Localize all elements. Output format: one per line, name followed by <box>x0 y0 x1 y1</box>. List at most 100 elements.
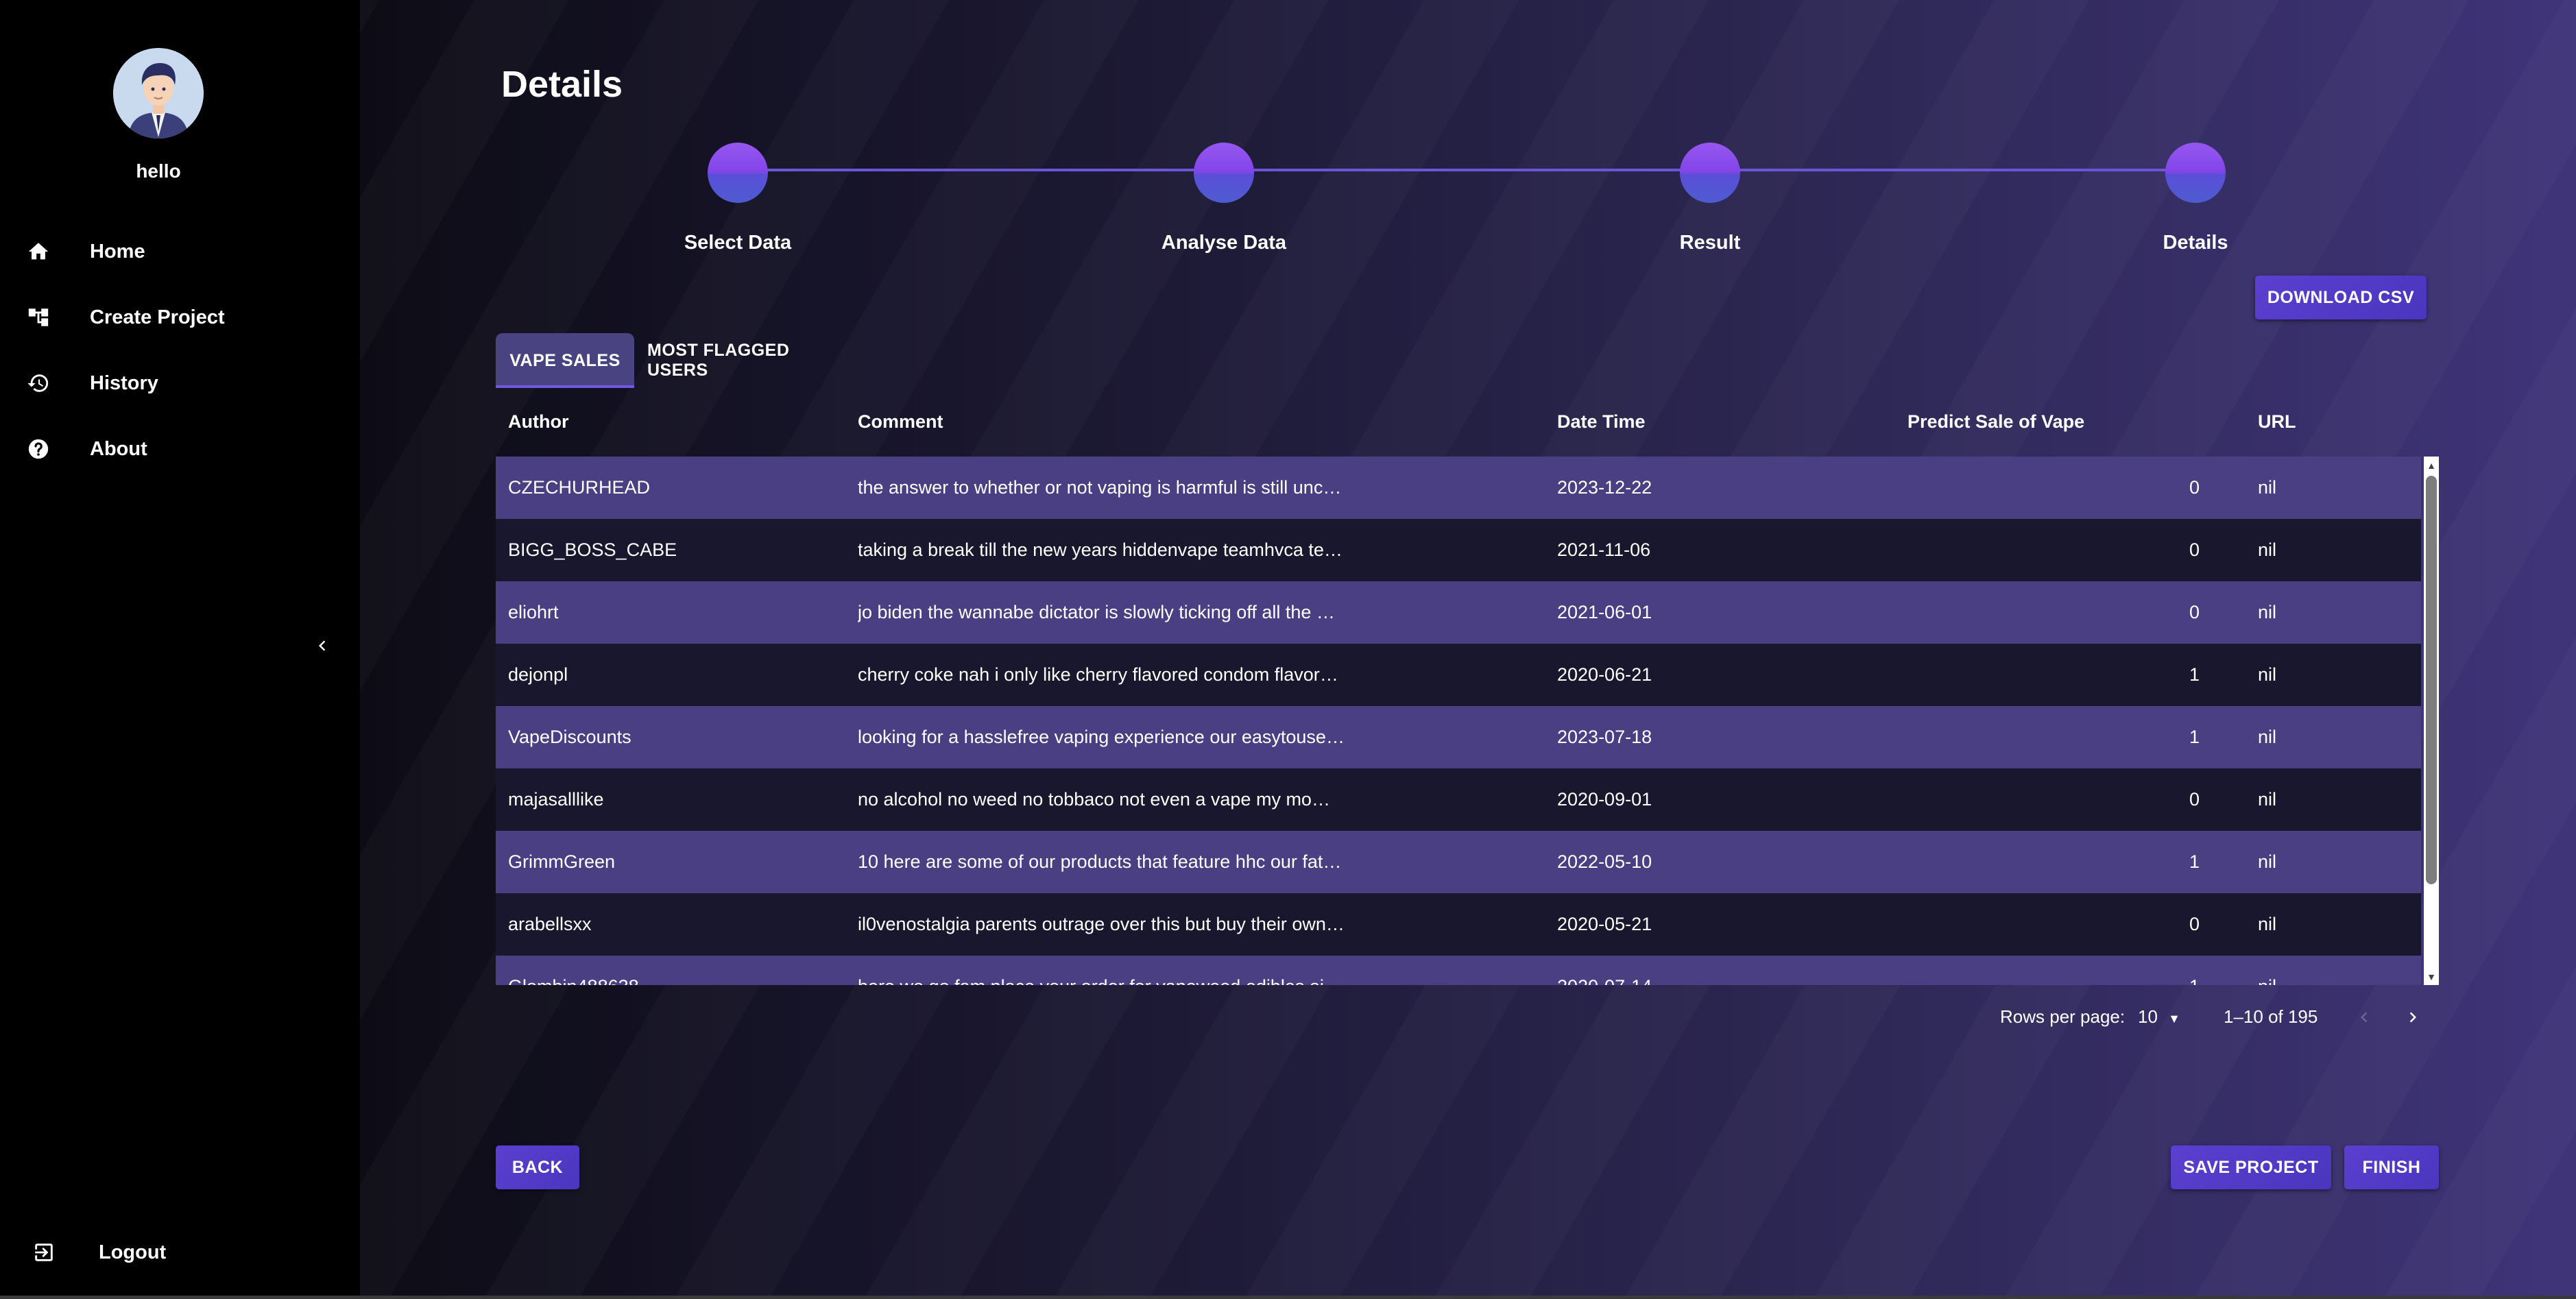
stepper-connector <box>738 169 2195 171</box>
cell-url: nil <box>2258 789 2277 810</box>
rows-per-page-select[interactable]: 10 ▼ <box>2138 1006 2180 1028</box>
cell-predict: 0 <box>2189 539 2200 560</box>
cell-comment: 10 here are some of our products that fe… <box>858 851 1345 872</box>
finish-button[interactable]: FINISH <box>2344 1145 2439 1189</box>
help-icon <box>25 435 52 463</box>
cell-author: Glombin488638 <box>508 956 837 985</box>
cell-comment: the answer to whether or not vaping is h… <box>858 477 1345 498</box>
chevron-right-icon <box>2409 1012 2416 1023</box>
table-row[interactable]: GrimmGreen 10 here are some of our produ… <box>496 831 2421 893</box>
cell-author: CZECHURHEAD <box>508 477 651 498</box>
cell-url: nil <box>2258 602 2277 622</box>
table-row[interactable]: dejonpl cherry coke nah i only like cher… <box>496 644 2421 706</box>
sidebar-item-label: About <box>90 437 147 460</box>
rows-per-page-label: Rows per page: <box>2000 1006 2126 1027</box>
step-label: Result <box>1679 232 1741 254</box>
step-select-data: Select Data <box>635 143 841 254</box>
sidebar: hello Home Create Project History About … <box>0 0 360 1296</box>
scroll-down-arrow-icon[interactable]: ▼ <box>2424 969 2439 984</box>
table-row[interactable]: eliohrt jo biden the wannabe dictator is… <box>496 581 2421 644</box>
chevron-left-icon <box>319 640 326 651</box>
cell-comment: cherry coke nah i only like cherry flavo… <box>858 664 1345 685</box>
cell-url: nil <box>2258 727 2277 747</box>
step-label: Select Data <box>684 232 792 254</box>
cell-predict: 1 <box>2189 664 2200 685</box>
home-icon <box>25 238 52 265</box>
table-row[interactable]: majasalllike no alcohol no weed no tobba… <box>496 768 2421 831</box>
cell-comment: taking a break till the new years hidden… <box>858 539 1345 560</box>
step-analyse-data: Analyse Data <box>1121 143 1327 254</box>
step-indicator <box>1680 143 1740 203</box>
sidebar-item-label: Create Project <box>90 306 225 328</box>
logout-button[interactable]: Logout <box>0 1228 360 1276</box>
sidebar-item-create-project[interactable]: Create Project <box>0 293 360 341</box>
logout-icon <box>30 1239 58 1266</box>
step-result: Result <box>1607 143 1813 254</box>
caret-down-icon: ▼ <box>2168 1012 2180 1025</box>
table-row[interactable]: arabellsxx il0venostalgia parents outrag… <box>496 893 2421 956</box>
avatar-person-icon <box>113 48 204 138</box>
table-scrollbar[interactable]: ▲ ▼ <box>2424 457 2439 985</box>
table-body[interactable]: CZECHURHEAD the answer to whether or not… <box>496 457 2421 985</box>
cell-datetime: 2020-05-21 <box>1557 914 1652 934</box>
sidebar-item-home[interactable]: Home <box>0 228 360 276</box>
cell-author: GrimmGreen <box>508 851 616 872</box>
chevron-left-icon <box>2361 1012 2368 1023</box>
window-bottom-edge <box>0 1296 2576 1299</box>
sidebar-item-history[interactable]: History <box>0 359 360 407</box>
column-header-comment[interactable]: Comment <box>858 411 943 433</box>
next-page-button[interactable] <box>2398 1002 2428 1032</box>
cell-datetime: 2020-06-21 <box>1557 664 1652 685</box>
cell-datetime: 2023-07-18 <box>1557 727 1652 747</box>
scroll-up-arrow-icon[interactable]: ▲ <box>2424 458 2439 473</box>
column-header-predict[interactable]: Predict Sale of Vape <box>1907 411 2084 433</box>
cell-comment: no alcohol no weed no tobbaco not even a… <box>858 789 1345 810</box>
column-header-datetime[interactable]: Date Time <box>1557 411 1646 433</box>
cell-datetime: 2021-11-06 <box>1557 539 1651 560</box>
table-row[interactable]: BIGG_BOSS_CABE taking a break till the n… <box>496 519 2421 581</box>
column-header-author[interactable]: Author <box>508 411 568 433</box>
table-row[interactable]: CZECHURHEAD the answer to whether or not… <box>496 457 2421 519</box>
cell-datetime: 2020-09-01 <box>1557 789 1652 810</box>
cell-predict: 1 <box>2189 851 2200 872</box>
scrollbar-thumb[interactable] <box>2426 476 2437 884</box>
cell-predict: 0 <box>2189 602 2200 622</box>
step-details: Details <box>2093 143 2298 254</box>
table-row[interactable]: Glombin488638 here we go fam place your … <box>496 956 2421 985</box>
username: hello <box>136 160 181 182</box>
cell-comment: jo biden the wannabe dictator is slowly … <box>858 602 1345 622</box>
cell-author: dejonpl <box>508 664 568 685</box>
cell-predict: 0 <box>2189 914 2200 934</box>
user-avatar[interactable] <box>113 48 204 138</box>
tab-vape-sales[interactable]: VAPE SALES <box>496 333 634 388</box>
step-indicator <box>2165 143 2226 203</box>
history-icon <box>25 369 52 397</box>
previous-page-button[interactable] <box>2349 1002 2379 1032</box>
cell-datetime: 2022-05-10 <box>1557 851 1652 872</box>
cell-predict: 0 <box>2189 789 2200 810</box>
sidebar-item-about[interactable]: About <box>0 425 360 473</box>
column-header-url[interactable]: URL <box>2258 411 2296 433</box>
step-label: Analyse Data <box>1161 232 1287 254</box>
cell-datetime: 2023-12-22 <box>1557 477 1652 498</box>
back-button[interactable]: BACK <box>496 1145 579 1189</box>
tab-most-flagged-users[interactable]: MOST FLAGGED USERS <box>647 333 846 388</box>
save-project-button[interactable]: SAVE PROJECT <box>2171 1145 2331 1189</box>
table-row[interactable]: VapeDiscounts looking for a hasslefree v… <box>496 706 2421 768</box>
cell-predict: 1 <box>2025 956 2230 985</box>
cell-author: arabellsxx <box>508 914 592 934</box>
download-csv-button[interactable]: DOWNLOAD CSV <box>2255 276 2427 319</box>
tree-icon <box>25 304 52 331</box>
cell-url: nil <box>2258 956 2361 985</box>
sidebar-item-label: Home <box>90 240 145 263</box>
cell-url: nil <box>2258 539 2277 560</box>
pagination-range: 1–10 of 195 <box>2224 1006 2318 1027</box>
cell-author: eliohrt <box>508 602 559 622</box>
collapse-sidebar-button[interactable] <box>309 632 336 659</box>
cell-comment: here we go fam place your order for vape… <box>858 956 1345 985</box>
active-tab-indicator <box>496 385 634 388</box>
cell-comment: il0venostalgia parents outrage over this… <box>858 914 1345 934</box>
step-indicator <box>1194 143 1254 203</box>
cell-author: VapeDiscounts <box>508 727 631 747</box>
cell-url: nil <box>2258 914 2277 934</box>
